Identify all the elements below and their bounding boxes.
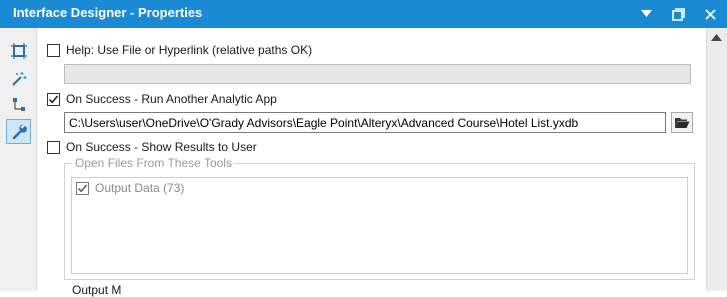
close-icon — [704, 8, 716, 20]
tool-checkbox[interactable] — [76, 181, 89, 195]
magic-wand-icon — [11, 71, 26, 86]
cutoff-label: Output M — [72, 283, 122, 297]
tree-icon — [12, 97, 25, 111]
layout-icon — [10, 42, 27, 59]
checkmark-icon — [77, 184, 88, 192]
open-files-group-label: Open Files From These Tools — [72, 156, 235, 170]
run-app-checkbox-label: On Success - Run Another Analytic App — [66, 92, 277, 106]
browse-button[interactable] — [671, 112, 693, 133]
window-menu-button[interactable] — [631, 0, 661, 28]
run-app-checkbox[interactable] — [47, 92, 60, 106]
title-bar: Interface Designer - Properties — [0, 0, 727, 28]
sidebar-item-actions[interactable] — [6, 66, 31, 91]
sidebar-item-layout[interactable] — [6, 38, 31, 63]
help-option[interactable]: Help: Use File or Hyperlink (relative pa… — [47, 43, 312, 57]
help-path-field — [64, 64, 691, 84]
wrench-icon — [12, 123, 27, 139]
list-item[interactable]: Output Data (73) — [76, 181, 184, 195]
show-results-checkbox-label: On Success - Show Results to User — [66, 140, 257, 154]
run-app-option[interactable]: On Success - Run Another Analytic App — [47, 92, 277, 106]
dropdown-triangle-icon — [640, 10, 652, 17]
restore-window-icon — [671, 7, 685, 21]
sidebar-item-properties[interactable] — [6, 119, 31, 144]
tools-list[interactable]: Output Data (73) — [71, 177, 688, 274]
window-title: Interface Designer - Properties — [13, 5, 203, 20]
sidebar — [0, 28, 37, 291]
checkmark-icon — [48, 94, 59, 103]
help-checkbox-label: Help: Use File or Hyperlink (relative pa… — [66, 43, 313, 57]
run-app-path-input[interactable]: C:\Users\user\OneDrive\O'Grady Advisors\… — [64, 112, 666, 133]
help-checkbox[interactable] — [47, 43, 60, 57]
vertical-scrollbar[interactable] — [706, 28, 727, 291]
folder-open-icon — [675, 118, 690, 128]
tool-label: Output Data (73) — [95, 181, 185, 195]
sidebar-item-tree[interactable] — [6, 92, 31, 117]
close-button[interactable] — [695, 0, 725, 28]
open-files-group: Open Files From These Tools Output Data … — [64, 156, 695, 280]
restore-button[interactable] — [663, 0, 693, 28]
show-results-checkbox[interactable] — [47, 140, 60, 154]
scroll-up-arrow-icon[interactable] — [711, 33, 722, 41]
show-results-option[interactable]: On Success - Show Results to User — [47, 140, 257, 154]
properties-panel: Help: Use File or Hyperlink (relative pa… — [38, 28, 706, 297]
